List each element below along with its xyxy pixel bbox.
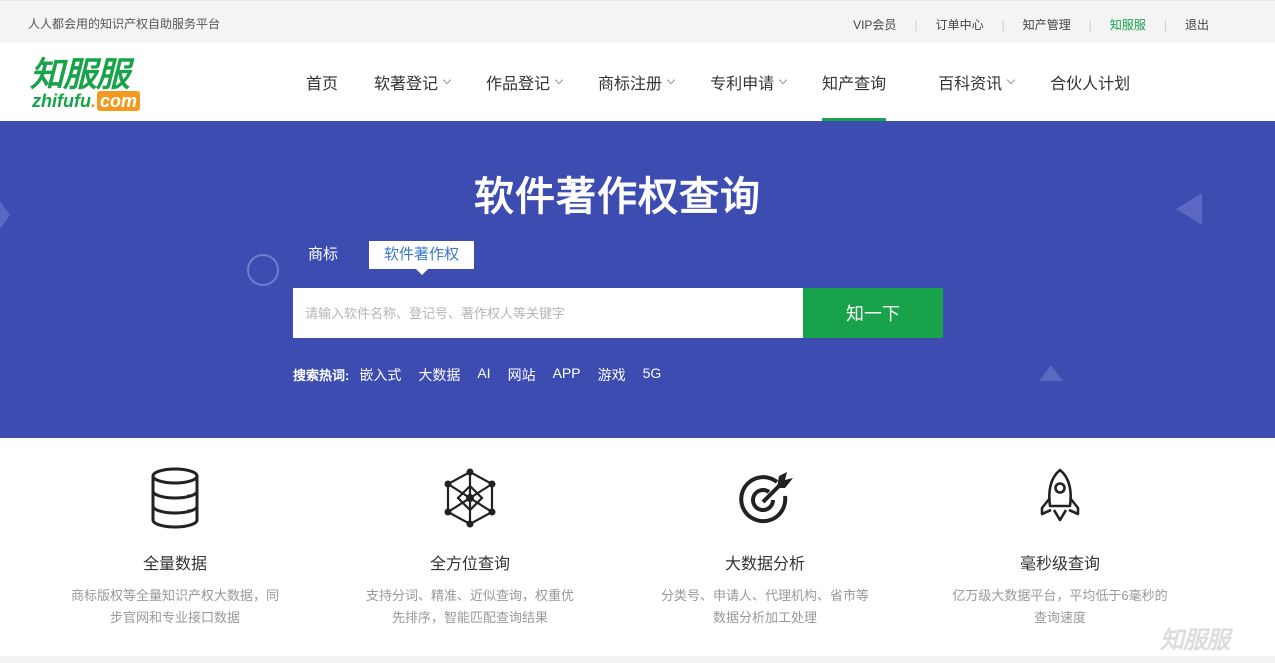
main-nav: 首页 软著登记 作品登记 商标注册 专利申请 知产查询 百科资讯 合伙人计划 (306, 43, 1166, 121)
hot-word-link[interactable]: AI (477, 365, 490, 385)
orders-link[interactable]: 订单中心 (936, 16, 984, 33)
feature-description: 支持分词、精准、近似查询，权重优先排序，智能匹配查询结果 (365, 588, 574, 625)
features-section: 全量数据 商标版权等全量知识产权大数据，同步官网和专业接口数据 全方位查询 支持… (0, 438, 1275, 656)
nav-label: 作品登记 (486, 76, 551, 93)
logo-domain-main: zhifufu (32, 91, 91, 111)
feature-title: 毫秒级查询 (1019, 556, 1100, 573)
search-banner: 软件著作权查询 商标 软件著作权 知一下 搜索热词: 嵌入式 大数据 AI 网站… (0, 121, 1275, 438)
search-bar: 知一下 (293, 288, 943, 338)
nav-label: 合伙人计划 (1050, 76, 1131, 93)
top-bar: 人人都会用的知识产权自助服务平台 VIP会员 | 订单中心 | 知产管理 | 知… (0, 0, 1275, 43)
top-links: VIP会员 | 订单中心 | 知产管理 | 知服服 | 退出 (853, 16, 1209, 33)
hot-word-link[interactable]: 网站 (508, 365, 536, 385)
chevron-down-icon (1006, 75, 1016, 85)
divider: | (1088, 17, 1092, 32)
tab-software-copyright[interactable]: 软件著作权 (369, 241, 475, 275)
footer-divider (0, 656, 1275, 663)
hot-search-label: 搜索热词: (293, 368, 350, 383)
network-cube-icon (444, 468, 496, 528)
nav-label: 商标注册 (598, 76, 663, 93)
hot-word-link[interactable]: 5G (643, 365, 662, 385)
search-button[interactable]: 知一下 (803, 288, 943, 338)
chevron-down-icon (554, 75, 564, 85)
hot-word-link[interactable]: 大数据 (418, 365, 460, 385)
logo-chinese: 知服服 (30, 55, 130, 95)
nav-label: 专利申请 (710, 76, 775, 93)
feature-title: 大数据分析 (724, 556, 805, 573)
decorative-circle (247, 254, 279, 286)
ip-management-link[interactable]: 知产管理 (1023, 16, 1071, 33)
divider: | (914, 17, 918, 32)
chevron-down-icon (666, 75, 676, 85)
feature-description: 商标版权等全量知识产权大数据，同步官网和专业接口数据 (70, 588, 279, 625)
nav-label: 知产查询 (822, 76, 887, 93)
hot-word-link[interactable]: APP (553, 365, 581, 385)
logo-domain: zhifufu. com (32, 91, 141, 111)
nav-item-home[interactable]: 首页 (306, 43, 338, 121)
feature-title: 全量数据 (142, 556, 207, 573)
database-icon (151, 467, 199, 529)
nav-item-patent[interactable]: 专利申请 (710, 43, 788, 121)
nav-item-work-registration[interactable]: 作品登记 (486, 43, 564, 121)
logo-domain-dot: . (90, 91, 96, 111)
nav-label: 百科资讯 (938, 76, 1003, 93)
nav-item-software-registration[interactable]: 软著登记 (374, 43, 452, 121)
divider: | (1001, 17, 1005, 32)
logo-domain-com: com (97, 91, 141, 111)
nav-item-ip-search[interactable]: 知产查询 (822, 43, 887, 121)
feature-title: 全方位查询 (429, 556, 510, 573)
divider: | (1163, 17, 1167, 32)
page-title: 软件著作权查询 (474, 175, 761, 219)
site-slogan: 人人都会用的知识产权自助服务平台 (28, 17, 221, 31)
nav-item-trademark[interactable]: 商标注册 (598, 43, 676, 121)
nav-label: 首页 (306, 76, 339, 93)
nav-label: 软著登记 (374, 76, 439, 93)
hot-word-link[interactable]: 嵌入式 (359, 365, 401, 385)
nav-item-partner-program[interactable]: 合伙人计划 (1050, 43, 1130, 121)
rocket-icon (1040, 468, 1080, 522)
target-icon (739, 472, 793, 524)
main-header: 知服服 zhifufu. com 首页 软著登记 作品登记 商标注册 专利申请 知… (0, 43, 1275, 121)
site-logo[interactable]: 知服服 zhifufu. com (30, 57, 170, 113)
chevron-down-icon (778, 75, 788, 85)
watermark: 知服服 (1160, 626, 1230, 654)
feature-description: 分类号、申请人、代理机构、省市等数据分析加工处理 (660, 588, 869, 625)
logout-link[interactable]: 退出 (1185, 16, 1209, 33)
vip-link[interactable]: VIP会员 (853, 16, 896, 33)
search-input[interactable] (293, 288, 803, 338)
decorative-triangle (1039, 365, 1063, 381)
tab-trademark[interactable]: 商标 (293, 241, 353, 269)
chevron-down-icon (442, 75, 452, 85)
hot-search-words: 搜索热词: 嵌入式 大数据 AI 网站 APP 游戏 5G (293, 365, 678, 385)
feature-description: 亿万级大数据平台，平均低于6毫秒的查询速度 (952, 588, 1168, 625)
nav-item-encyclopedia[interactable]: 百科资讯 (938, 43, 1016, 121)
hot-word-link[interactable]: 游戏 (598, 365, 626, 385)
username-link[interactable]: 知服服 (1110, 16, 1146, 33)
search-type-tabs: 商标 软件著作权 (293, 241, 475, 275)
